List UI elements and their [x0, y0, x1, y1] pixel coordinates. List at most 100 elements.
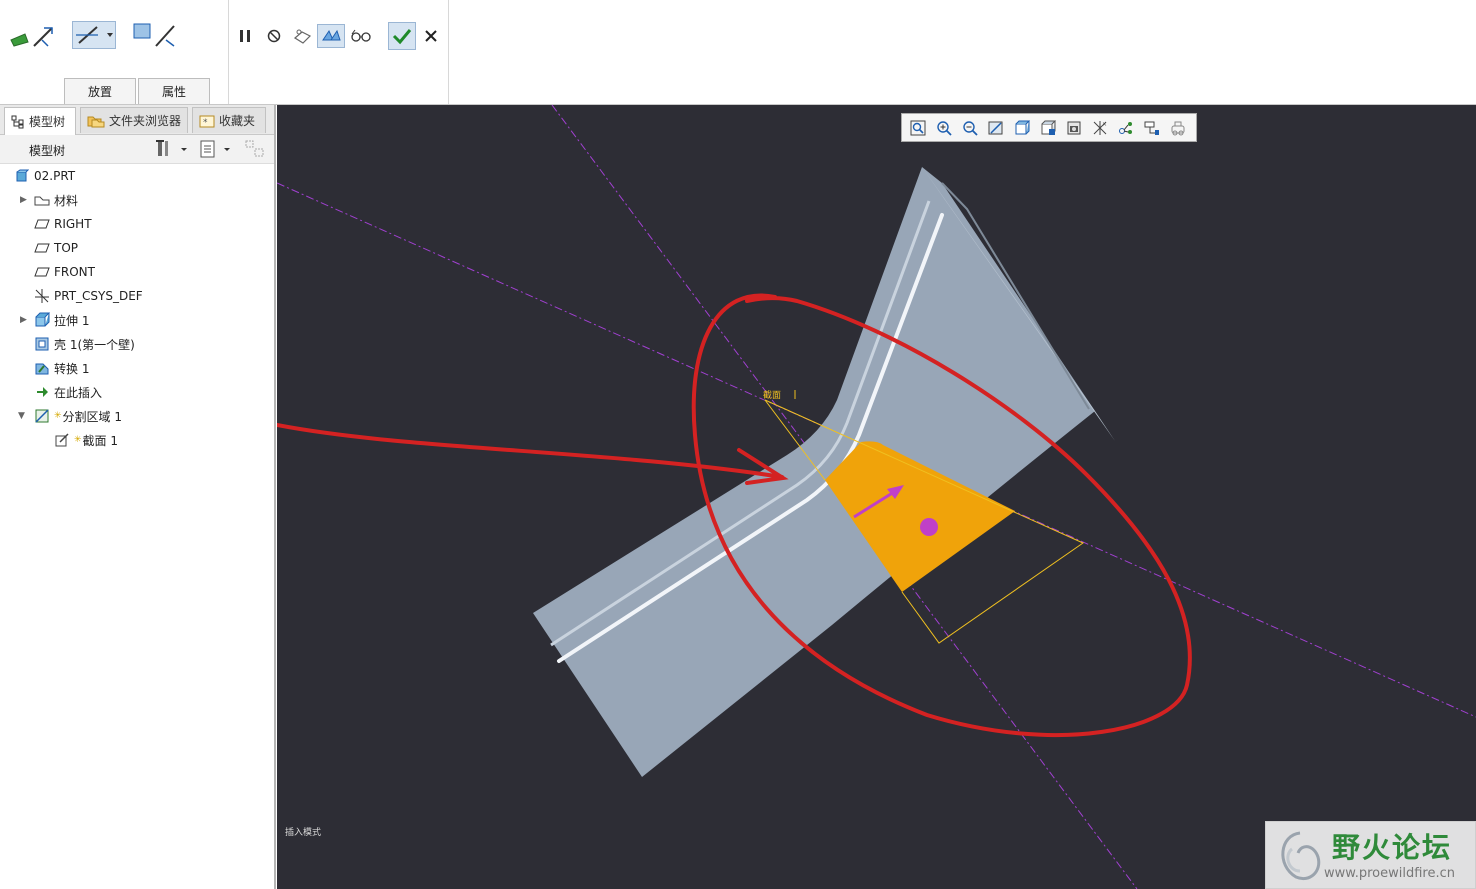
graphics-toolbar: × — [901, 113, 1197, 142]
pause-icon — [240, 30, 250, 42]
pause-button[interactable] — [235, 26, 255, 46]
tab-model-tree[interactable]: 模型树 — [4, 107, 76, 135]
new-feature-star-icon: ✳ — [54, 411, 62, 421]
zoom-in-button[interactable] — [932, 116, 955, 139]
tab-label: 收藏夹 — [219, 114, 256, 128]
tree-title: 模型树 — [29, 144, 66, 158]
display-style-button[interactable] — [1010, 116, 1033, 139]
tree-settings-button[interactable] — [154, 139, 190, 159]
tree-item-label: 转换 1 — [54, 361, 90, 376]
tree-item-front[interactable]: FRONT — [34, 261, 95, 283]
tree-item-top[interactable]: TOP — [34, 237, 78, 259]
expand-arrow-icon[interactable]: ▶ — [20, 315, 30, 325]
svg-text:×: × — [1102, 121, 1107, 128]
tree-item-part[interactable]: 02.PRT — [14, 165, 75, 187]
simulation-display-button[interactable] — [1166, 116, 1189, 139]
spin-center-icon — [1118, 121, 1132, 134]
glasses-icon — [351, 29, 371, 42]
tab-folder-browser[interactable]: 文件夹浏览器 — [80, 107, 188, 133]
zoom-in-icon — [936, 120, 952, 136]
expand-arrow-icon[interactable]: ▶ — [20, 195, 30, 205]
columns-icon — [245, 140, 264, 157]
flip-direction-button[interactable] — [130, 20, 180, 50]
ribbon-group-controls — [229, 0, 449, 104]
watermark: 野火论坛 www.proewildfire.cn — [1265, 821, 1476, 889]
saved-views-button[interactable] — [1036, 116, 1059, 139]
no-preview-icon — [267, 29, 281, 43]
tree-item-insert-here[interactable]: 在此插入 — [34, 381, 102, 403]
repaint-icon — [988, 121, 1002, 134]
shell-icon — [34, 336, 50, 352]
forum-logo-icon — [1281, 831, 1321, 880]
repaint-button[interactable] — [984, 116, 1007, 139]
cancel-button[interactable] — [421, 26, 441, 46]
tools-icon — [156, 140, 187, 156]
zoom-out-icon — [962, 120, 978, 136]
folder-icon — [87, 116, 105, 127]
datum-plane-icon — [34, 240, 50, 256]
verify-model-icon — [322, 29, 341, 41]
tree-item-label: 02.PRT — [34, 169, 76, 183]
tree-item-section[interactable]: ✳ 截面 1 — [54, 429, 118, 451]
no-preview-button[interactable] — [264, 26, 284, 46]
tree-item-csys[interactable]: PRT_CSYS_DEF — [34, 285, 143, 307]
tree-item-label: 截面 1 — [82, 433, 118, 448]
tree-item-split-area[interactable]: ✳ 分割区域 1 — [34, 405, 122, 427]
refit-button[interactable] — [906, 116, 929, 139]
navigator-tabs: 模型树 文件夹浏览器 * 收藏夹 — [0, 105, 274, 135]
convert-icon — [34, 360, 50, 376]
section-label: 截面 — [763, 389, 781, 401]
part-icon — [14, 168, 30, 184]
navigator-panel: 模型树 文件夹浏览器 * 收藏夹 模型树 02.PRT ▶ 材料 RIGHT T… — [0, 105, 276, 889]
preview-button[interactable] — [291, 24, 315, 48]
split-mode-button[interactable] — [72, 21, 116, 49]
annotation-display-icon — [1144, 121, 1159, 135]
tree-item-shell[interactable]: 壳 1(第一个壁) — [34, 333, 135, 355]
annotation-display-button[interactable] — [1140, 116, 1163, 139]
close-icon — [425, 30, 437, 42]
tree-filter-button[interactable] — [198, 139, 234, 159]
model-canvas[interactable]: 截面 — [277, 105, 1476, 889]
spin-center-button[interactable] — [1114, 116, 1137, 139]
flip-direction-icon — [133, 23, 175, 47]
tree-item-material[interactable]: 材料 — [34, 189, 78, 211]
zoom-out-button[interactable] — [958, 116, 981, 139]
view-manager-button[interactable] — [1062, 116, 1085, 139]
split-slash-icon — [76, 26, 113, 44]
refit-icon — [910, 120, 925, 135]
tree-columns-button[interactable] — [242, 139, 268, 159]
drag-handle[interactable] — [920, 518, 938, 536]
datum-display-button[interactable]: × — [1088, 116, 1111, 139]
collapse-arrow-icon[interactable]: ▼ — [18, 411, 28, 421]
watermark-title: 野火论坛 — [1332, 831, 1453, 864]
svg-text:*: * — [203, 118, 208, 128]
view-manager-icon — [1067, 121, 1080, 134]
model-tree-icon — [11, 115, 24, 128]
datum-plane-icon — [34, 264, 50, 280]
annotation-arrow-line — [277, 422, 784, 479]
glasses-button[interactable] — [349, 24, 373, 48]
datum-display-icon: × — [1093, 120, 1107, 135]
tree-item-extrude[interactable]: 拉伸 1 — [34, 309, 89, 331]
tree-item-convert[interactable]: 转换 1 — [34, 357, 89, 379]
sketch-plane-icon — [10, 27, 53, 47]
tree-item-label: 分割区域 1 — [62, 409, 122, 424]
tab-placement[interactable]: 放置 — [64, 78, 136, 104]
graphics-viewport[interactable]: 截面 × 插入模式 野火论坛 www.proewildfire.cn — [277, 105, 1476, 889]
sketch-icon — [54, 432, 70, 448]
sketch-plane-button[interactable] — [8, 22, 56, 50]
tab-properties[interactable]: 属性 — [138, 78, 210, 104]
tree-item-label: RIGHT — [54, 217, 92, 231]
confirm-button[interactable] — [388, 22, 416, 50]
ribbon-tab-strip: 放置 属性 — [64, 78, 212, 104]
insert-here-icon — [34, 384, 50, 400]
tab-label: 模型树 — [29, 115, 66, 129]
tree-item-right[interactable]: RIGHT — [34, 213, 92, 235]
tree-item-label: PRT_CSYS_DEF — [54, 289, 143, 303]
verify-model-button[interactable] — [317, 24, 345, 48]
extrude-icon — [34, 312, 50, 328]
checkmark-icon — [392, 29, 412, 45]
tab-favorites[interactable]: * 收藏夹 — [192, 107, 266, 133]
preview-icon — [293, 29, 312, 44]
split-area-icon — [34, 408, 50, 424]
